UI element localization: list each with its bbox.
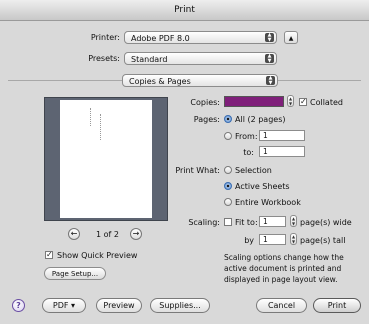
triangle-up-icon: ▲ — [288, 35, 294, 42]
selection-radio[interactable] — [224, 166, 232, 174]
active-sheets-label: Active Sheets — [235, 182, 290, 191]
supplies-button[interactable]: Supplies... — [150, 298, 210, 313]
printer-value: Adobe PDF 8.0 — [131, 34, 190, 43]
page-preview-sheet — [60, 100, 152, 218]
popup-arrows-icon: ▲ ▼ — [265, 33, 274, 42]
entire-workbook-label: Entire Workbook — [235, 198, 301, 207]
preview-content-mark — [90, 108, 92, 126]
presets-label: Presets: — [88, 54, 120, 63]
scaling-note-line: Scaling options change how the — [224, 253, 344, 262]
page-preview-area — [44, 97, 168, 221]
active-sheets-radio[interactable] — [224, 182, 232, 190]
fit-tall-unit: page(s) tall — [300, 236, 346, 245]
pages-all-radio[interactable] — [224, 115, 232, 123]
preview-content-mark — [100, 114, 102, 140]
show-quick-preview-label: Show Quick Preview — [57, 251, 138, 260]
scaling-note: Scaling options change how the active do… — [224, 252, 344, 285]
presets-value: Standard — [131, 55, 168, 64]
right-arrow-icon: → — [132, 229, 140, 238]
scaling-note-line: active document is printed and — [224, 264, 342, 273]
entire-workbook-radio[interactable] — [224, 198, 232, 206]
copies-label: Copies: — [190, 98, 220, 107]
pages-label: Pages: — [193, 115, 220, 124]
selection-label: Selection — [235, 166, 272, 175]
collated-checkbox[interactable]: ✓ — [299, 98, 307, 106]
fit-wide-unit: page(s) wide — [300, 218, 352, 227]
pages-to-field[interactable]: 1 — [259, 146, 305, 157]
pages-from-field[interactable]: 1 — [259, 130, 305, 141]
panel-popup[interactable]: Copies & Pages ▲ ▼ — [122, 74, 278, 87]
pages-from-radio[interactable] — [224, 132, 232, 140]
previous-page-button[interactable]: ← — [68, 228, 80, 240]
preview-button[interactable]: Preview — [96, 298, 142, 313]
fit-wide-field[interactable]: 1 — [259, 216, 286, 227]
scaling-note-line: displayed in page layout view. — [224, 275, 338, 284]
pages-to-label: to: — [243, 148, 254, 157]
pdf-menu-button[interactable]: PDF ▾ — [42, 298, 86, 313]
copies-stepper[interactable]: ▲ ▼ — [287, 95, 294, 107]
fit-tall-stepper[interactable]: ▲ ▼ — [290, 233, 297, 245]
fit-to-checkbox[interactable] — [224, 218, 232, 226]
pages-from-label: From: — [235, 132, 258, 141]
copies-field[interactable] — [224, 96, 284, 107]
next-page-button[interactable]: → — [130, 228, 142, 240]
panel-value: Copies & Pages — [129, 77, 191, 86]
fit-tall-field[interactable]: 1 — [259, 234, 286, 245]
popup-arrows-icon: ▲ ▼ — [266, 76, 275, 85]
window-title: Print — [0, 0, 369, 21]
print-what-label: Print What: — [175, 166, 220, 175]
printer-popup[interactable]: Adobe PDF 8.0 ▲ ▼ — [124, 31, 277, 44]
print-button[interactable]: Print — [313, 298, 361, 313]
printer-label: Printer: — [90, 33, 120, 42]
presets-popup[interactable]: Standard ▲ ▼ — [124, 52, 277, 65]
popup-arrows-icon: ▲ ▼ — [265, 54, 274, 63]
show-quick-preview-checkbox[interactable]: ✓ — [45, 251, 53, 259]
fit-to-label: Fit to: — [235, 218, 258, 227]
left-arrow-icon: ← — [70, 229, 78, 238]
collated-label: Collated — [310, 98, 343, 107]
help-button[interactable]: ? — [12, 299, 25, 312]
fit-wide-stepper[interactable]: ▲ ▼ — [290, 215, 297, 227]
pages-all-label: All (2 pages) — [235, 115, 286, 124]
fit-by-label: by — [244, 236, 254, 245]
page-indicator: 1 of 2 — [96, 230, 119, 239]
printer-disclosure-button[interactable]: ▲ — [284, 31, 298, 44]
cancel-button[interactable]: Cancel — [256, 298, 307, 313]
scaling-label: Scaling: — [188, 218, 220, 227]
page-setup-button[interactable]: Page Setup... — [44, 267, 106, 280]
